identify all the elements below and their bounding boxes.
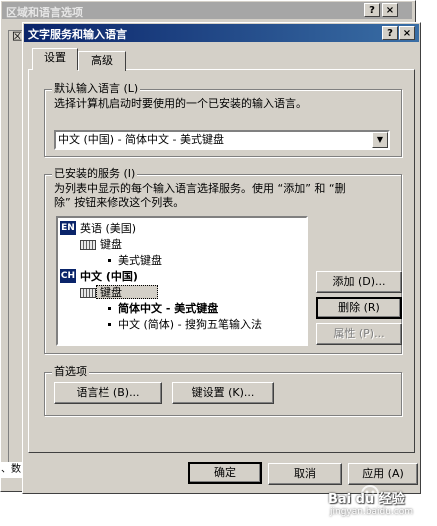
- key-settings-button[interactable]: 键设置 (K)...: [172, 382, 274, 404]
- outer-dialog-title: 区域和语言选项: [2, 2, 412, 19]
- keyboard-icon: [80, 288, 96, 298]
- default-language-label: 默认输入语言 (L): [52, 82, 141, 95]
- outer-help-button[interactable]: ?: [364, 3, 380, 17]
- watermark-brand: Bai du 经验: [328, 492, 405, 507]
- outer-close-button[interactable]: ×: [382, 3, 398, 17]
- tab-settings[interactable]: 设置: [32, 48, 78, 70]
- tree-item-en-us-keyboard[interactable]: 美式键盘: [118, 254, 162, 267]
- help-button[interactable]: ?: [382, 26, 398, 40]
- language-badge-en: EN: [60, 221, 76, 235]
- bullet-icon: [108, 259, 111, 262]
- dialog-title: 文字服务和输入语言: [24, 24, 419, 42]
- ok-button[interactable]: 确定: [188, 462, 262, 484]
- installed-services-label: 已安装的服务 (I): [52, 167, 138, 180]
- close-button[interactable]: ×: [399, 26, 415, 40]
- add-button[interactable]: 添加 (D)...: [316, 271, 402, 293]
- bullet-icon: [108, 307, 111, 310]
- chevron-down-icon[interactable]: ▼: [372, 132, 388, 148]
- remove-button[interactable]: 删除 (R): [316, 297, 402, 319]
- tab-advanced[interactable]: 高级: [78, 51, 126, 71]
- tree-keyboard-ch[interactable]: 键盘: [100, 286, 122, 299]
- tree-item-ch-us-keyboard[interactable]: 简体中文 - 美式键盘: [118, 302, 218, 315]
- default-language-value: 中文 (中国) - 简体中文 - 美式键盘: [58, 133, 225, 146]
- bullet-icon: [108, 323, 111, 326]
- properties-button[interactable]: 属性 (P)...: [316, 323, 402, 345]
- tree-language-en[interactable]: 英语 (美国): [80, 222, 136, 235]
- tree-language-ch[interactable]: 中文 (中国): [80, 270, 138, 283]
- language-bar-button[interactable]: 语言栏 (B)...: [54, 382, 162, 404]
- tree-keyboard-en[interactable]: 键盘: [100, 238, 122, 251]
- installed-services-description-2: 除” 按钮来修改这个列表。: [54, 196, 185, 209]
- preferences-label: 首选项: [52, 365, 89, 378]
- installed-services-description-1: 为列表中显示的每个输入语言选择服务。使用 “添加” 和 “删: [54, 182, 346, 195]
- keyboard-icon: [80, 240, 96, 250]
- tree-item-ch-sogou-wubi[interactable]: 中文 (简体) - 搜狗五笔输入法: [118, 318, 262, 331]
- default-language-description: 选择计算机启动时要使用的一个已安装的输入语言。: [54, 97, 307, 110]
- watermark-url: jingyan.baidu.com: [330, 507, 414, 517]
- language-badge-ch: CH: [60, 269, 76, 283]
